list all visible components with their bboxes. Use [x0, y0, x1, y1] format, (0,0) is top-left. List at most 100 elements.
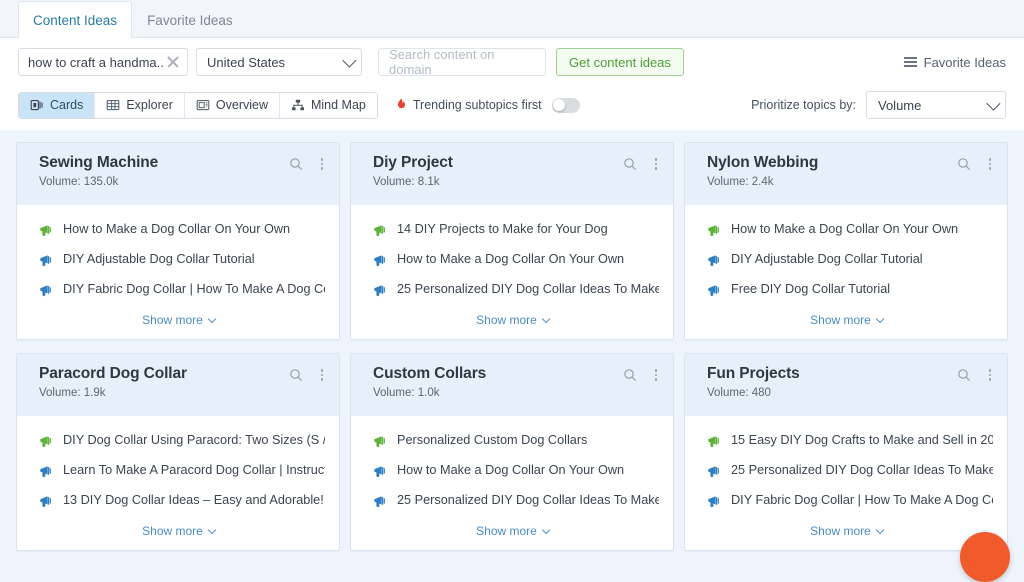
more-vertical-icon[interactable] [649, 368, 663, 382]
tab-content-ideas[interactable]: Content Ideas [18, 1, 133, 39]
show-more-label: Show more [810, 313, 871, 327]
view-mode-label: Overview [215, 98, 268, 112]
search-icon[interactable] [623, 157, 637, 171]
list-item-label: 25 Personalized DIY Dog Collar Ideas To … [397, 282, 659, 296]
chevron-down-icon [541, 525, 551, 535]
view-mode-overview[interactable]: Overview [184, 92, 280, 118]
tab-favorite-ideas[interactable]: Favorite Ideas [132, 1, 248, 38]
search-icon[interactable] [957, 368, 971, 382]
view-mode-explorer[interactable]: Explorer [95, 92, 185, 118]
view-mode-label: Mind Map [310, 98, 366, 112]
topic-card[interactable]: Custom Collars Volume: 1.0k Personalized… [350, 353, 674, 551]
list-item[interactable]: Personalized Custom Dog Collars [373, 433, 659, 449]
toolbar-row-views: Cards Explorer Overview Mind Map Trendin… [18, 86, 1006, 130]
show-more-row: Show more [351, 310, 673, 339]
card-header-actions [957, 157, 997, 171]
list-item[interactable]: 14 DIY Projects to Make for Your Dog [373, 222, 659, 238]
show-more-button[interactable]: Show more [142, 313, 217, 327]
view-mode-mind-map[interactable]: Mind Map [279, 92, 377, 118]
content-ideas-grid: Sewing Machine Volume: 135.0k How to Mak… [0, 130, 1024, 551]
card-body: 15 Easy DIY Dog Crafts to Make and Sell … [685, 416, 1007, 509]
show-more-button[interactable]: Show more [810, 524, 885, 538]
list-item-label: DIY Dog Collar Using Paracord: Two Sizes… [63, 433, 325, 447]
list-item[interactable]: How to Make a Dog Collar On Your Own [373, 463, 659, 479]
megaphone-icon [708, 285, 719, 297]
view-mode-label: Cards [50, 98, 84, 112]
domain-placeholder: Search content on domain [389, 47, 495, 77]
favorite-ideas-button[interactable]: Favorite Ideas [903, 55, 1006, 70]
prioritize-group: Prioritize topics by: Volume [751, 91, 1006, 119]
more-vertical-icon[interactable] [315, 157, 329, 171]
list-item[interactable]: 15 Easy DIY Dog Crafts to Make and Sell … [707, 433, 993, 449]
megaphone-icon [40, 255, 51, 267]
more-vertical-icon[interactable] [649, 157, 663, 171]
list-item[interactable]: DIY Dog Collar Using Paracord: Two Sizes… [39, 433, 325, 449]
list-item[interactable]: Free DIY Dog Collar Tutorial [707, 282, 993, 298]
mindmap-icon [291, 99, 304, 111]
card-header-actions [623, 368, 663, 382]
list-item[interactable]: DIY Fabric Dog Collar | How To Make A Do… [39, 282, 325, 298]
list-item-label: DIY Fabric Dog Collar | How To Make A Do… [63, 282, 325, 296]
more-vertical-icon[interactable] [983, 368, 997, 382]
domain-search-input[interactable]: Search content on domain [378, 47, 546, 77]
list-item[interactable]: How to Make a Dog Collar On Your Own [707, 222, 993, 238]
overview-icon [196, 100, 210, 111]
list-item[interactable]: 13 DIY Dog Collar Ideas – Easy and Adora… [39, 493, 325, 509]
more-vertical-icon[interactable] [983, 157, 997, 171]
prioritize-select[interactable]: Volume [866, 91, 1006, 119]
list-item[interactable]: Learn To Make A Paracord Dog Collar | In… [39, 463, 325, 479]
topic-card[interactable]: Fun Projects Volume: 480 15 Easy DIY Dog… [684, 353, 1008, 551]
show-more-button[interactable]: Show more [142, 524, 217, 538]
card-title: Sewing Machine [39, 154, 159, 171]
country-select[interactable]: United States [196, 48, 362, 76]
chevron-down-icon [342, 53, 357, 68]
topic-card[interactable]: Nylon Webbing Volume: 2.4k How to Make a… [684, 142, 1008, 340]
show-more-row: Show more [17, 310, 339, 339]
show-more-button[interactable]: Show more [810, 313, 885, 327]
list-item-label: DIY Adjustable Dog Collar Tutorial [63, 252, 255, 266]
chevron-down-icon [541, 314, 551, 324]
get-content-ideas-button[interactable]: Get content ideas [556, 48, 684, 76]
show-more-button[interactable]: Show more [476, 524, 551, 538]
list-item-label: How to Make a Dog Collar On Your Own [397, 463, 625, 477]
chat-bubble-icon[interactable] [960, 532, 1010, 582]
card-header: Fun Projects Volume: 480 [685, 354, 1007, 416]
search-icon[interactable] [289, 157, 303, 171]
search-icon[interactable] [289, 368, 303, 382]
get-content-ideas-label: Get content ideas [569, 54, 671, 70]
card-header: Custom Collars Volume: 1.0k [351, 354, 673, 416]
list-item[interactable]: How to Make a Dog Collar On Your Own [39, 222, 325, 238]
chevron-down-icon [875, 525, 885, 535]
megaphone-icon [40, 496, 51, 508]
megaphone-icon [374, 496, 385, 508]
list-item[interactable]: How to Make a Dog Collar On Your Own [373, 252, 659, 268]
card-header-actions [289, 368, 329, 382]
list-item[interactable]: DIY Fabric Dog Collar | How To Make A Do… [707, 493, 993, 509]
trending-toggle-switch[interactable] [551, 97, 580, 113]
show-more-button[interactable]: Show more [476, 313, 551, 327]
show-more-row: Show more [685, 310, 1007, 339]
search-icon[interactable] [623, 368, 637, 382]
list-item[interactable]: 25 Personalized DIY Dog Collar Ideas To … [707, 463, 993, 479]
list-item[interactable]: DIY Adjustable Dog Collar Tutorial [39, 252, 325, 268]
more-vertical-icon[interactable] [315, 368, 329, 382]
keyword-input[interactable]: how to craft a handma... [18, 48, 188, 76]
list-item-label: Personalized Custom Dog Collars [397, 433, 588, 447]
view-mode-cards[interactable]: Cards [19, 92, 96, 118]
card-title: Nylon Webbing [707, 154, 819, 171]
megaphone-icon [708, 436, 719, 448]
list-item[interactable]: 25 Personalized DIY Dog Collar Ideas To … [373, 282, 659, 298]
card-header-actions [957, 368, 997, 382]
keyword-value: how to craft a handma... [28, 54, 165, 70]
topic-card[interactable]: Sewing Machine Volume: 135.0k How to Mak… [16, 142, 340, 340]
search-icon[interactable] [957, 157, 971, 171]
topic-card[interactable]: Diy Project Volume: 8.1k 14 DIY Projects… [350, 142, 674, 340]
list-item[interactable]: DIY Adjustable Dog Collar Tutorial [707, 252, 993, 268]
trending-subtopics-toggle-row[interactable]: Trending subtopics first [396, 97, 580, 113]
topic-card[interactable]: Paracord Dog Collar Volume: 1.9k DIY Dog… [16, 353, 340, 551]
card-body: DIY Dog Collar Using Paracord: Two Sizes… [17, 416, 339, 509]
view-mode-group: Cards Explorer Overview Mind Map [18, 91, 378, 119]
megaphone-icon [40, 285, 51, 297]
list-item[interactable]: 25 Personalized DIY Dog Collar Ideas To … [373, 493, 659, 509]
close-icon[interactable] [165, 54, 181, 70]
